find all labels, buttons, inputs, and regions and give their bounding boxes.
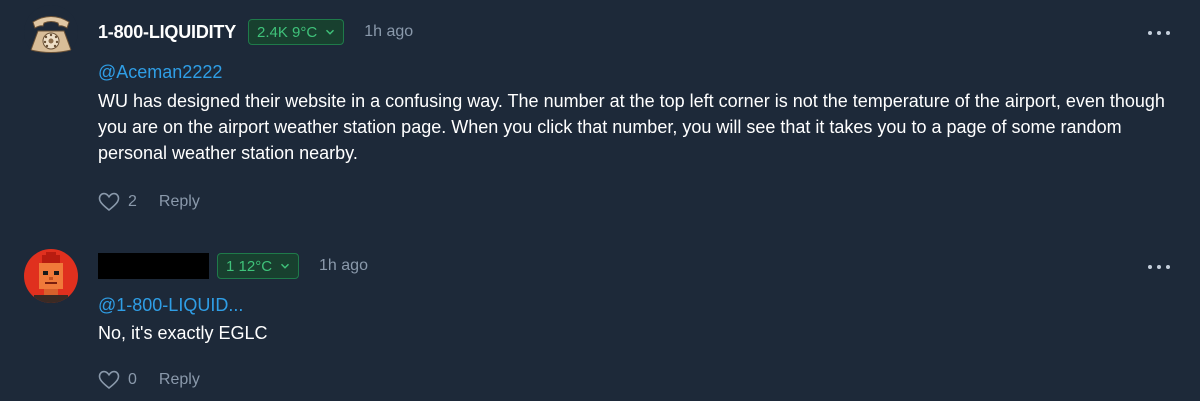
badge-label: 2.4K 9°C	[257, 23, 318, 41]
redacted-username	[98, 253, 209, 279]
heart-icon	[98, 192, 120, 212]
comment-actions: 2 Reply	[98, 192, 200, 212]
comment-header: 1 12°C 1h ago	[98, 252, 368, 280]
red-pixel-face-icon	[24, 249, 78, 303]
comment-actions: 0 Reply	[98, 370, 200, 390]
username[interactable]: 1-800-LIQUIDITY	[98, 22, 236, 43]
comment: 1-800-LIQUIDITY 2.4K 9°C 1h ago @Aceman2…	[0, 0, 1200, 228]
avatar[interactable]	[24, 5, 78, 59]
more-options-icon[interactable]	[1148, 28, 1170, 38]
avatar[interactable]	[24, 249, 78, 303]
like-count: 2	[128, 193, 137, 210]
reply-button[interactable]: Reply	[159, 371, 200, 389]
reply-button[interactable]: Reply	[159, 193, 200, 211]
heart-icon	[98, 370, 120, 390]
chevron-down-icon	[281, 263, 290, 269]
mention-link[interactable]: @Aceman2222	[98, 62, 222, 83]
timestamp: 1h ago	[364, 23, 414, 40]
like-button[interactable]: 0	[98, 370, 137, 390]
comment-body: WU has designed their website in a confu…	[98, 91, 1165, 163]
more-options-icon[interactable]	[1148, 262, 1170, 272]
timestamp: 1h ago	[319, 257, 368, 274]
chevron-down-icon	[326, 29, 335, 35]
position-badge[interactable]: 2.4K 9°C	[248, 19, 345, 45]
position-badge[interactable]: 1 12°C	[217, 253, 300, 279]
comment-body: No, it's exactly EGLC	[98, 323, 268, 343]
rotary-phone-icon	[24, 5, 78, 59]
mention-link[interactable]: @1-800-LIQUID...	[98, 295, 243, 316]
badge-label: 1 12°C	[226, 257, 273, 275]
comment: 1 12°C 1h ago @1-800-LIQUID... No, it's …	[0, 236, 1200, 401]
like-count: 0	[128, 371, 137, 388]
like-button[interactable]: 2	[98, 192, 137, 212]
comment-header: 1-800-LIQUIDITY 2.4K 9°C 1h ago	[98, 18, 413, 46]
